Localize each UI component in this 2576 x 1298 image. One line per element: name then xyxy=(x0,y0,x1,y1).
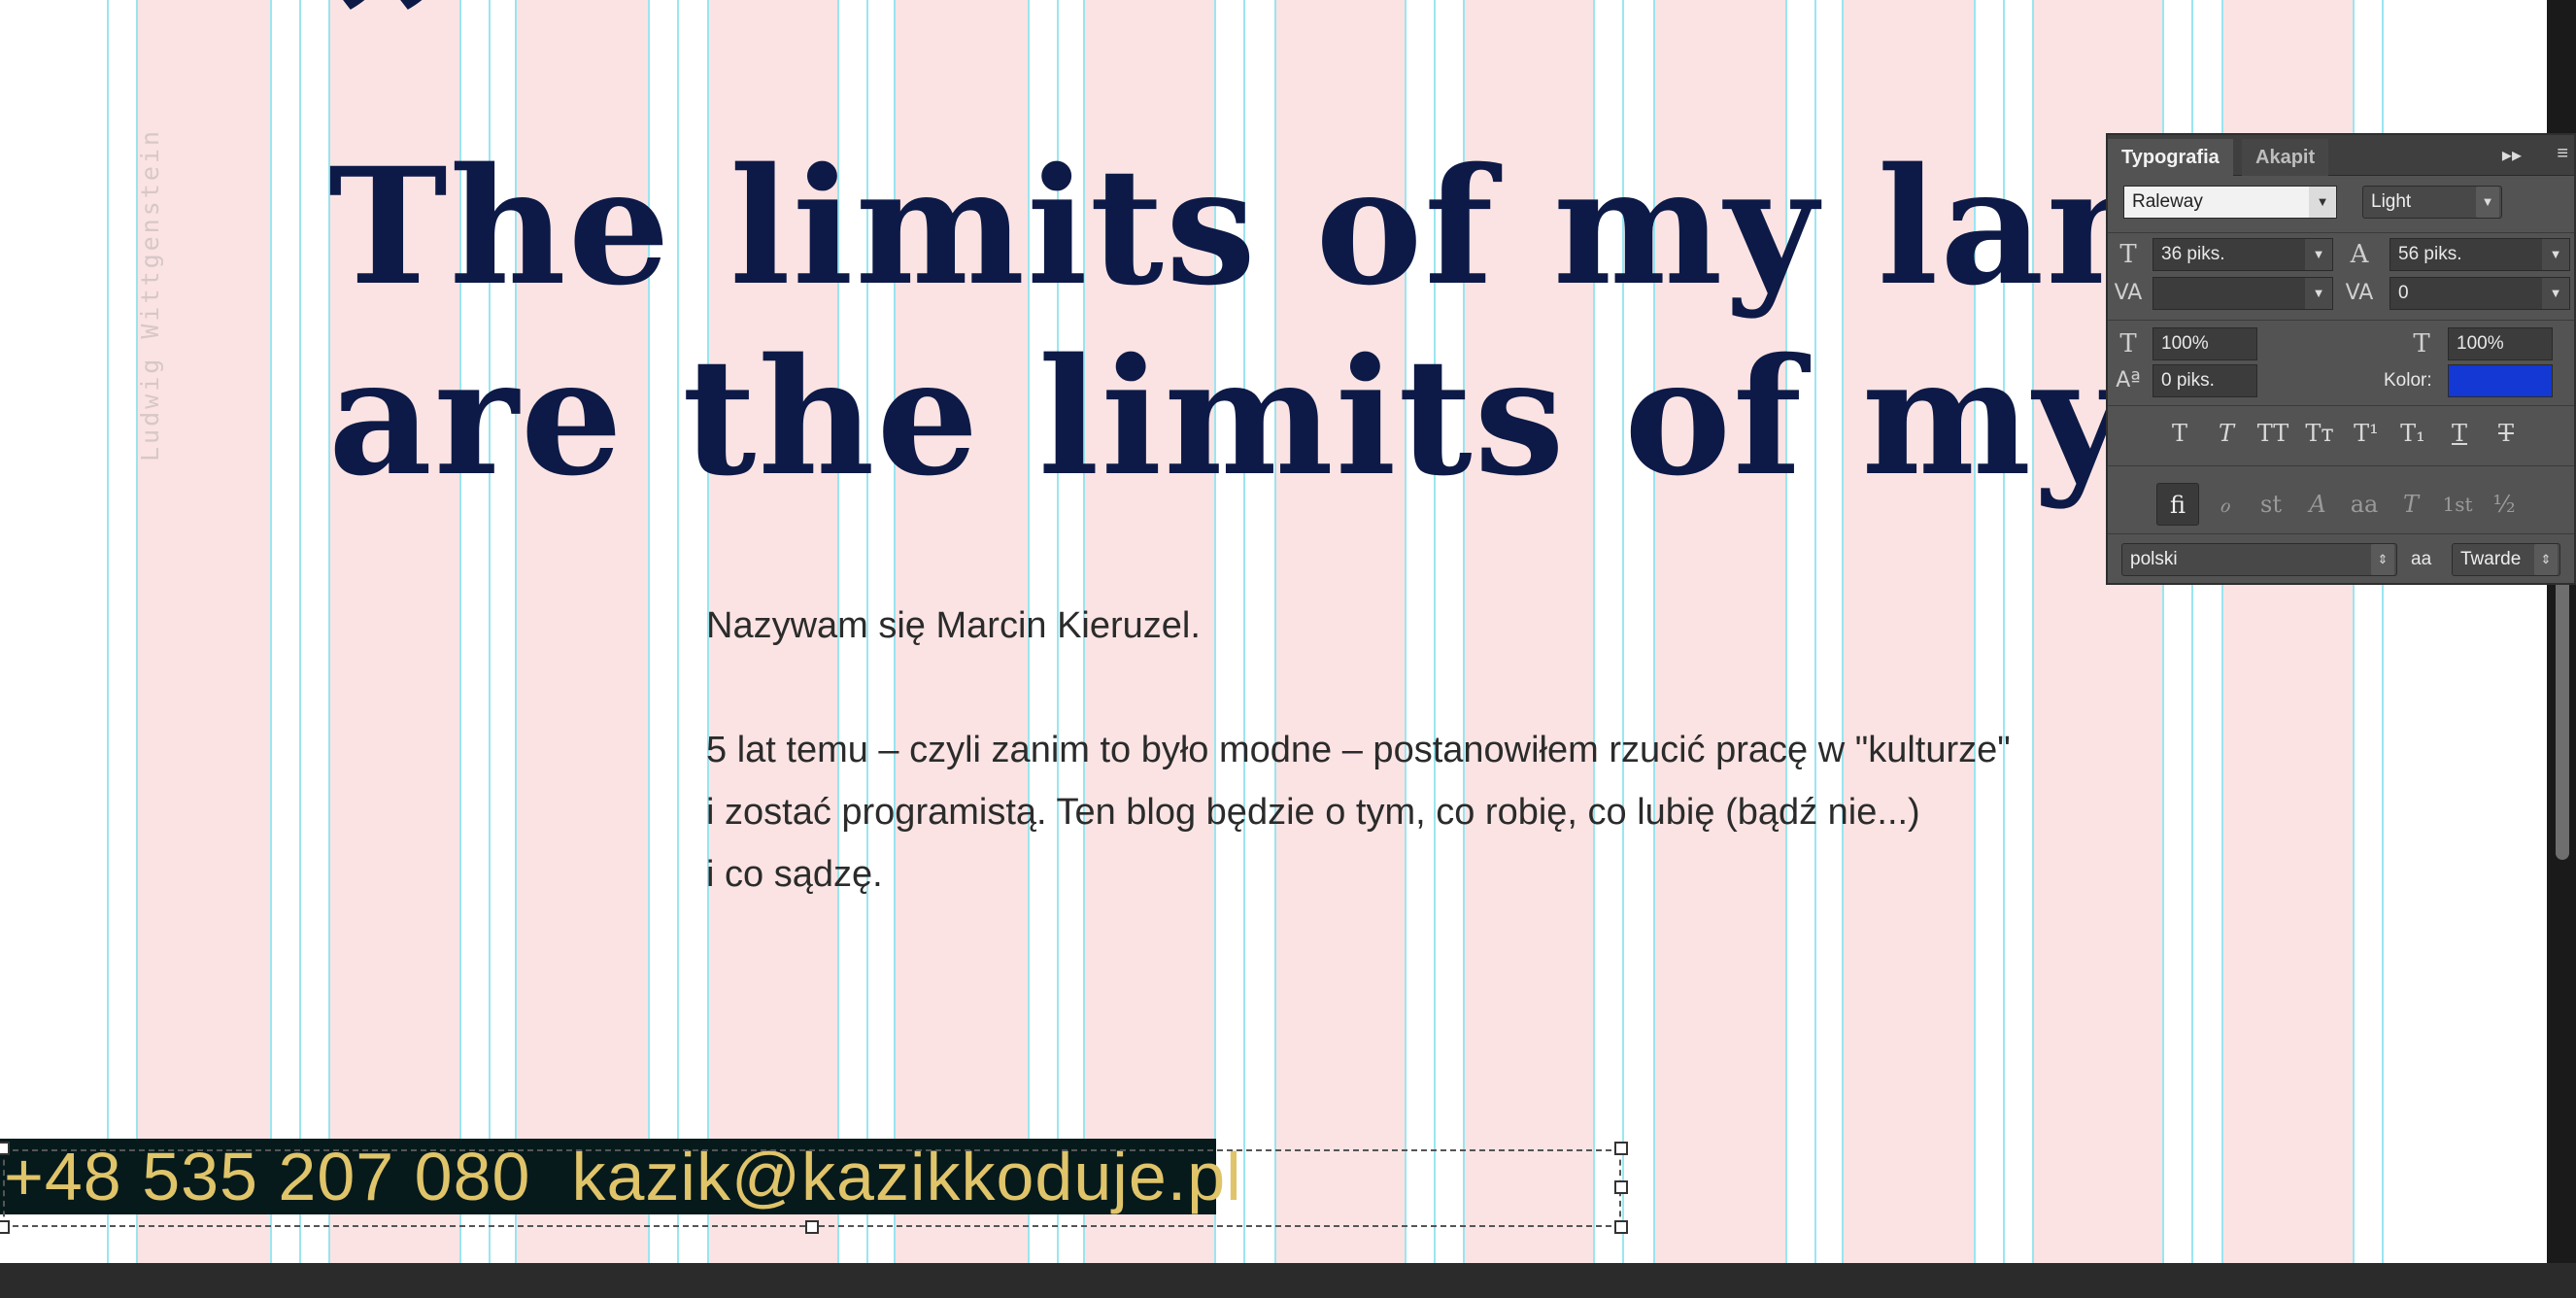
strikethrough-button[interactable]: T xyxy=(2487,414,2525,453)
font-style-value: Light xyxy=(2371,191,2412,212)
color-swatch[interactable] xyxy=(2448,364,2553,397)
vertical-scale-icon: T xyxy=(2119,329,2137,359)
small-caps-button[interactable]: Tт xyxy=(2300,414,2339,453)
transform-handle[interactable] xyxy=(805,1220,819,1234)
stylistic-alternates-button[interactable]: aa xyxy=(2343,483,2386,526)
bio-intro[interactable]: Nazywam się Marcin Kieruzel. xyxy=(706,595,2011,657)
all-caps-button[interactable]: TT xyxy=(2254,414,2292,453)
font-family-value: Raleway xyxy=(2132,191,2203,212)
transform-handle[interactable] xyxy=(0,1220,10,1234)
antialias-select[interactable]: Twarde ⇕ xyxy=(2452,543,2560,576)
ruler-guide[interactable] xyxy=(107,0,109,1263)
horizontal-scale-icon: T xyxy=(2413,329,2430,359)
horizontal-scale-field[interactable]: 100% xyxy=(2448,327,2553,360)
transform-handle[interactable] xyxy=(1614,1142,1628,1155)
chevron-down-icon[interactable]: ▼ xyxy=(2542,278,2569,309)
text-bounding-box[interactable] xyxy=(3,1149,1621,1227)
opentype-buttons-row: fi ℴ st A aa T 1st ½ xyxy=(2108,483,2574,528)
leading-field[interactable]: 56 piks. ▼ xyxy=(2390,238,2570,271)
ordinals-button[interactable]: 1st xyxy=(2436,483,2479,526)
chevron-down-icon[interactable]: ▼ xyxy=(2476,187,2499,218)
color-label: Kolor: xyxy=(2384,370,2432,391)
divider xyxy=(2108,465,2574,466)
bio-line[interactable]: i zostać programistą. Ten blog będzie o … xyxy=(706,781,2011,843)
discretionary-ligatures-button[interactable]: st xyxy=(2250,483,2292,526)
leading-icon: A xyxy=(2350,240,2369,269)
bio-gap xyxy=(706,657,2011,719)
font-family-field[interactable]: Raleway ▼ xyxy=(2123,186,2337,219)
contextual-alternates-button[interactable]: ℴ xyxy=(2203,483,2246,526)
kerning-field[interactable]: ▼ xyxy=(2152,277,2333,310)
bio-text[interactable]: Nazywam się Marcin Kieruzel. 5 lat temu … xyxy=(706,595,2011,905)
bio-line[interactable]: 5 lat temu – czyli zanim to było modne –… xyxy=(706,719,2011,781)
tab-typografia[interactable]: Typografia xyxy=(2108,139,2233,176)
baseline-shift-icon: Aª xyxy=(2116,368,2141,393)
panel-collapse-icon[interactable]: ▸▸ xyxy=(2502,143,2522,167)
kerning-icon: VA xyxy=(2114,281,2143,305)
leading-value: 56 piks. xyxy=(2398,244,2462,264)
transform-handle[interactable] xyxy=(1614,1220,1628,1234)
language-value: polski xyxy=(2130,549,2178,569)
divider xyxy=(2108,232,2574,233)
style-buttons-row: T T TT Tт T¹ T₁ T T xyxy=(2108,414,2574,453)
fractions-button[interactable]: ½ xyxy=(2483,483,2525,526)
panel-menu-icon[interactable]: ≡ xyxy=(2557,143,2568,165)
faux-italic-button[interactable]: T xyxy=(2207,414,2246,453)
panel-tab-bar: Typografia Akapit ▸▸ ≡ xyxy=(2108,135,2574,176)
antialias-value: Twarde xyxy=(2460,549,2522,569)
ruler-guide[interactable] xyxy=(270,0,272,1263)
typography-panel[interactable]: Typografia Akapit ▸▸ ≡ Raleway ▼ Light ▼… xyxy=(2106,133,2576,585)
side-author-label[interactable]: Ludwig Wittgenstein xyxy=(136,128,164,461)
vertical-scale-value: 100% xyxy=(2161,333,2209,354)
chevron-down-icon[interactable]: ▼ xyxy=(2542,239,2569,270)
antialias-icon: aa xyxy=(2411,549,2432,569)
ligatures-button[interactable]: fi xyxy=(2156,483,2199,526)
chevron-down-icon[interactable]: ▼ xyxy=(2305,278,2332,309)
bottom-strip xyxy=(0,1263,2576,1298)
chevron-updown-icon[interactable]: ⇕ xyxy=(2371,544,2394,575)
tracking-value: 0 xyxy=(2398,283,2409,303)
bio-line[interactable]: i co sądzę. xyxy=(706,843,2011,905)
swash-button[interactable]: A xyxy=(2296,483,2339,526)
divider xyxy=(2108,320,2574,321)
vertical-scale-field[interactable]: 100% xyxy=(2152,327,2257,360)
chevron-updown-icon[interactable]: ⇕ xyxy=(2534,544,2558,575)
chevron-down-icon[interactable]: ▼ xyxy=(2309,187,2336,218)
subscript-button[interactable]: T₁ xyxy=(2393,414,2432,453)
font-style-select[interactable]: Light ▼ xyxy=(2362,186,2502,219)
font-size-icon: T xyxy=(2119,240,2137,269)
font-size-value: 36 piks. xyxy=(2161,244,2225,264)
tracking-icon: VA xyxy=(2345,281,2374,305)
titling-alternates-button[interactable]: T xyxy=(2390,483,2432,526)
tracking-field[interactable]: 0 ▼ xyxy=(2390,277,2570,310)
transform-handle[interactable] xyxy=(1614,1180,1628,1194)
horizontal-scale-value: 100% xyxy=(2457,333,2504,354)
language-select[interactable]: polski ⇕ xyxy=(2121,543,2397,576)
underline-button[interactable]: T xyxy=(2440,414,2479,453)
font-size-field[interactable]: 36 piks. ▼ xyxy=(2152,238,2333,271)
chevron-down-icon[interactable]: ▼ xyxy=(2305,239,2332,270)
ruler-guide[interactable] xyxy=(299,0,301,1263)
tab-akapit[interactable]: Akapit xyxy=(2242,139,2329,176)
superscript-button[interactable]: T¹ xyxy=(2347,414,2386,453)
faux-bold-button[interactable]: T xyxy=(2160,414,2199,453)
baseline-shift-field[interactable]: 0 piks. xyxy=(2152,364,2257,397)
divider xyxy=(2108,533,2574,534)
divider xyxy=(2108,405,2574,406)
transform-handle[interactable] xyxy=(0,1142,10,1155)
baseline-shift-value: 0 piks. xyxy=(2161,370,2215,391)
